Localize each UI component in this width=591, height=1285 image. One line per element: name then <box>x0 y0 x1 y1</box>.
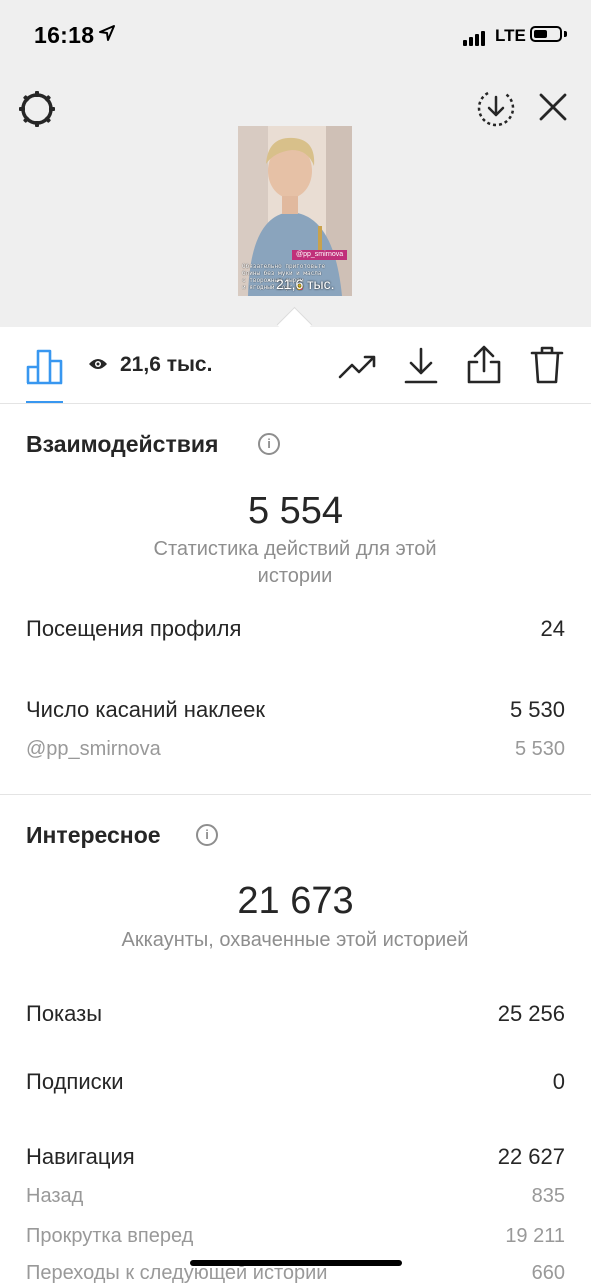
mention-sticker-value: 5 530 <box>514 738 565 760</box>
interactions-info-icon[interactable]: i <box>258 433 280 455</box>
sticker-taps-label: Число касаний наклеек <box>26 697 265 722</box>
signal-icon <box>463 28 487 46</box>
back-label: Назад <box>26 1185 84 1207</box>
discovery-caption: Аккаунты, охваченные этой историей <box>121 929 469 951</box>
story-toolbar: 21,6 тыс. <box>0 327 591 404</box>
download-icon[interactable] <box>404 347 438 385</box>
status-bar: 16:18 LTE <box>0 0 591 70</box>
section-divider <box>0 794 591 795</box>
impressions-label: Показы <box>26 1001 103 1026</box>
discovery-total: 21 673 <box>237 880 354 922</box>
promote-trend-icon[interactable] <box>338 351 378 381</box>
story-thumbnail[interactable]: @pp_smirnova Обязательно приготовьте бли… <box>238 126 352 296</box>
home-indicator[interactable] <box>190 1260 402 1266</box>
status-time: 16:18 <box>34 22 95 48</box>
close-icon[interactable] <box>538 92 568 122</box>
forward-value: 19 211 <box>505 1225 565 1247</box>
profile-visits-value: 24 <box>540 616 565 641</box>
share-icon[interactable] <box>466 345 502 385</box>
story-mention-tag: @pp_smirnova <box>292 250 348 260</box>
story-preview-area: @pp_smirnova Обязательно приготовьте бли… <box>0 70 591 328</box>
navigation-value: 22 627 <box>497 1144 565 1169</box>
battery-icon <box>530 26 562 42</box>
navigation-label: Навигация <box>26 1144 135 1169</box>
eye-icon <box>89 359 107 369</box>
back-value: 835 <box>531 1185 565 1207</box>
sticker-taps-value: 5 530 <box>509 697 565 722</box>
views-count: 21,6 тыс. <box>120 353 213 376</box>
save-story-icon[interactable] <box>476 88 516 128</box>
story-overlay-views: 21,6 тыс. <box>276 276 335 292</box>
profile-visits-label: Посещения профиля <box>26 616 242 641</box>
insights-bars-icon[interactable] <box>26 347 64 385</box>
active-tab-indicator <box>26 401 63 403</box>
location-arrow-icon <box>99 25 115 41</box>
discovery-info-icon[interactable]: i <box>196 824 218 846</box>
next-story-value: 660 <box>531 1262 565 1284</box>
interactions-caption: Статистика действий для этой истории <box>153 538 437 587</box>
forward-label: Прокрутка вперед <box>26 1225 194 1247</box>
settings-icon[interactable] <box>16 88 58 130</box>
follows-label: Подписки <box>26 1069 124 1094</box>
impressions-value: 25 256 <box>497 1001 565 1026</box>
network-label: LTE <box>495 26 526 45</box>
mention-sticker-label: @pp_smirnova <box>26 738 161 760</box>
interactions-title: Взаимодействия <box>26 431 219 457</box>
trash-icon[interactable] <box>530 345 564 385</box>
interactions-total: 5 554 <box>247 490 344 532</box>
follows-value: 0 <box>552 1069 565 1094</box>
discovery-title: Интересное <box>26 822 161 848</box>
